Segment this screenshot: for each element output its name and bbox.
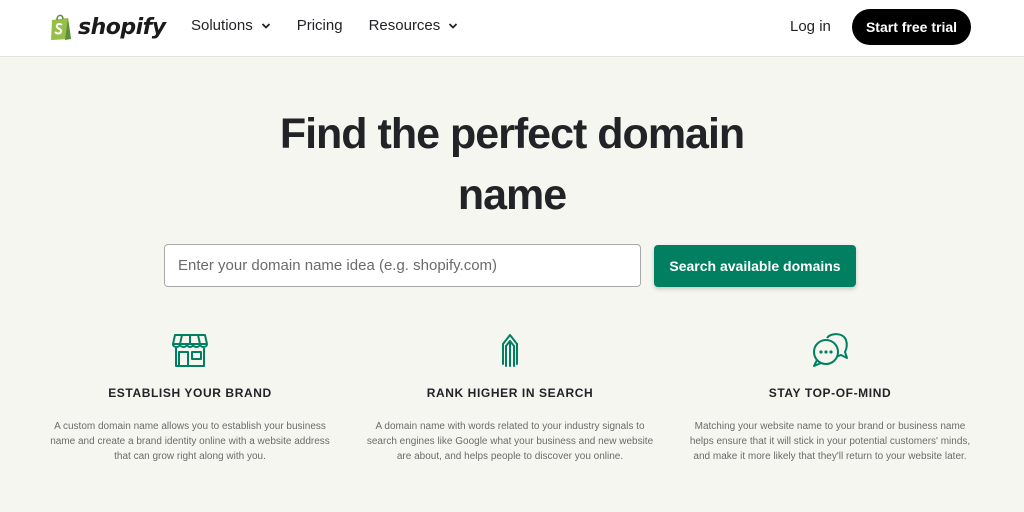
feature-stay-top-of-mind: STAY TOP-OF-MIND Matching your website n… xyxy=(680,330,980,464)
feature-description: Matching your website name to your brand… xyxy=(680,419,980,464)
nav-solutions-label: Solutions xyxy=(191,17,253,34)
feature-description: A domain name with words related to your… xyxy=(360,419,660,464)
main-nav: Solutions Pricing Resources xyxy=(191,17,458,34)
chevron-down-icon xyxy=(261,22,270,29)
feature-text-line: A domain name with words related to your… xyxy=(375,421,645,432)
feature-description: A custom domain name allows you to estab… xyxy=(40,419,340,464)
nav-resources-label: Resources xyxy=(368,17,441,34)
feature-text-line: name and create a brand identity online … xyxy=(50,436,330,447)
chat-bubbles-icon xyxy=(813,333,848,367)
feature-title: RANK HIGHER IN SEARCH xyxy=(426,386,594,400)
feature-text-line: that can grow right along with you. xyxy=(114,451,266,462)
feature-text-line: and make it more likely that they'll ret… xyxy=(693,451,967,462)
feature-rank-higher: RANK HIGHER IN SEARCH A domain name with… xyxy=(360,330,660,464)
search-domains-button[interactable]: Search available domains xyxy=(654,245,856,287)
feature-text-line: are about, and helps people to discover … xyxy=(396,451,624,462)
nav-resources[interactable]: Resources xyxy=(369,17,459,34)
feature-title: STAY TOP-OF-MIND xyxy=(768,386,892,400)
feature-text-line: search engines like Google what your bus… xyxy=(366,436,654,447)
feature-text-line: Matching your website name to your brand… xyxy=(694,421,966,432)
feature-text-line: helps ensure that it will stick in your … xyxy=(689,436,971,447)
nav-solutions[interactable]: Solutions xyxy=(191,17,271,34)
feature-text-line: A custom domain name allows you to estab… xyxy=(54,421,326,432)
page-title-line2: name xyxy=(457,171,567,219)
storefront-icon xyxy=(172,334,208,367)
chevron-down-icon xyxy=(449,22,458,29)
nav-pricing[interactable]: Pricing xyxy=(297,17,343,34)
start-free-trial-button[interactable]: Start free trial xyxy=(852,9,971,45)
feature-establish-brand: ESTABLISH YOUR BRAND A custom domain nam… xyxy=(40,330,340,464)
arrows-up-icon xyxy=(502,334,518,367)
shopping-bag-icon xyxy=(51,14,71,40)
shopify-logo[interactable]: shopify xyxy=(49,11,166,43)
nav-pricing-label: Pricing xyxy=(296,17,343,34)
page-title: Find the perfect domain name xyxy=(0,104,1024,226)
feature-title: ESTABLISH YOUR BRAND xyxy=(108,386,272,400)
login-link[interactable]: Log in xyxy=(790,18,831,35)
domain-search-input[interactable] xyxy=(164,244,641,287)
top-navigation-bar: shopify Solutions Pricing Resources Log … xyxy=(0,0,1024,57)
page-title-line1: Find the perfect domain xyxy=(279,110,745,158)
logo-wordmark: shopify xyxy=(78,14,166,40)
